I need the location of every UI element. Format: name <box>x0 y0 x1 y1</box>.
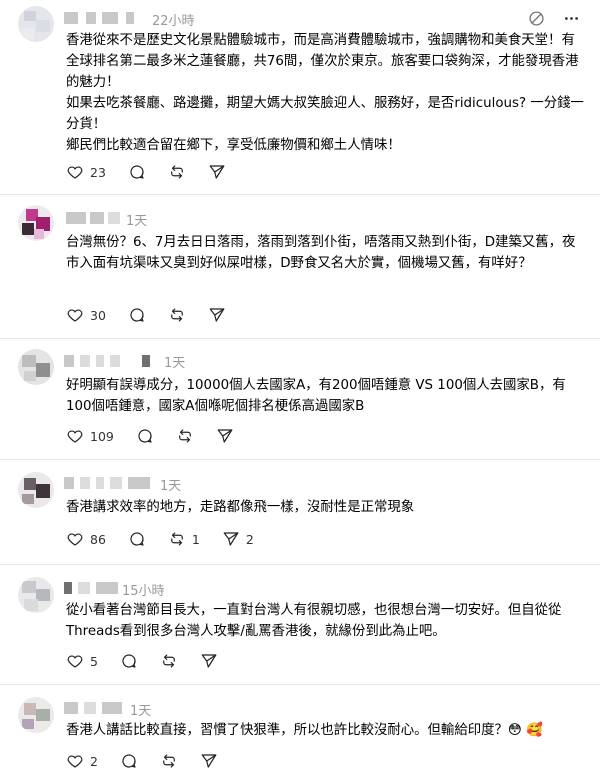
heart-icon <box>67 309 83 322</box>
comment-button[interactable] <box>120 752 138 770</box>
comment-icon <box>130 532 144 546</box>
post-body: 好明顯有誤導成分，10000個人去國家A，有200個唔鍾意 VS 100個人去國… <box>66 378 566 414</box>
post-body: 台灣無份？6、7月去日日落雨，落雨到落到仆街，唔落雨又熱到仆街，D建築又舊，夜市… <box>66 235 576 271</box>
share-button[interactable] <box>200 752 218 770</box>
like-button[interactable]: 2 <box>66 752 98 770</box>
post: 22小時 香港從來不是歷史文化景點體驗城市，而是高消費體驗城市，強調購物和美食天… <box>0 0 600 195</box>
heart-icon <box>67 166 83 179</box>
share-icon <box>217 429 233 443</box>
heart-icon <box>67 655 83 668</box>
repost-button[interactable] <box>160 752 178 770</box>
share-icon <box>201 754 217 768</box>
share-count: 2 <box>245 531 254 547</box>
comment-button[interactable] <box>128 530 146 548</box>
heart-icon <box>67 430 83 443</box>
heart-icon <box>67 533 83 546</box>
username[interactable] <box>64 475 156 491</box>
more-icon[interactable] <box>563 10 580 27</box>
like-button[interactable]: 109 <box>66 427 114 445</box>
comment-icon <box>122 754 136 768</box>
comment-button[interactable] <box>128 306 146 324</box>
comment-button[interactable] <box>120 652 138 670</box>
username[interactable] <box>64 210 124 226</box>
post-time: 1天 <box>126 214 148 229</box>
avatar[interactable] <box>18 697 54 733</box>
post: 1天 香港講求效率的地方，走路都像飛一樣，沒耐性是正常現象 86 1 2 <box>0 460 600 565</box>
username[interactable] <box>64 700 130 716</box>
like-button[interactable]: 30 <box>66 306 106 324</box>
post-time: 1天 <box>130 704 152 719</box>
share-icon <box>209 165 225 179</box>
like-count: 86 <box>90 531 106 547</box>
post: 1天 香港人講話比較直接，習慣了快狠準，所以也許比較沒耐心。但輸給印度？😳 🥰 … <box>0 685 600 773</box>
share-button[interactable] <box>208 163 226 181</box>
comment-button[interactable] <box>136 427 154 445</box>
comment-icon <box>122 654 136 668</box>
like-count: 2 <box>90 753 98 769</box>
post-body: 從小看著台灣節目長大，一直對台灣人有很親切感，也很想台灣一切安好。但自從從Thr… <box>66 603 562 639</box>
avatar[interactable] <box>18 472 54 508</box>
repost-button[interactable] <box>176 427 194 445</box>
repost-icon <box>171 532 183 546</box>
post-time: 15小時 <box>122 584 165 599</box>
share-icon <box>209 308 225 322</box>
threads-feed: 22小時 香港從來不是歷史文化景點體驗城市，而是高消費體驗城市，強調購物和美食天… <box>0 0 600 773</box>
repost-button[interactable] <box>160 652 178 670</box>
share-button[interactable] <box>216 427 234 445</box>
post-body: 香港從來不是歷史文化景點體驗城市，而是高消費體驗城市，強調購物和美食天堂！有全球… <box>66 33 584 153</box>
repost-count: 1 <box>191 531 200 547</box>
post-body: 香港講求效率的地方，走路都像飛一樣，沒耐性是正常現象 <box>66 500 415 515</box>
like-count: 109 <box>90 428 114 444</box>
username[interactable] <box>64 10 144 26</box>
like-button[interactable]: 23 <box>66 163 106 181</box>
username[interactable] <box>64 580 124 596</box>
avatar[interactable] <box>18 349 54 385</box>
heart-icon <box>67 755 83 768</box>
like-count: 5 <box>90 653 98 669</box>
repost-icon <box>163 754 175 768</box>
avatar[interactable] <box>18 205 54 241</box>
post: 1天 好明顯有誤導成分，10000個人去國家A，有200個唔鍾意 VS 100個… <box>0 339 600 460</box>
like-count: 30 <box>90 307 106 323</box>
repost-button[interactable] <box>168 163 186 181</box>
share-button[interactable] <box>208 306 226 324</box>
repost-icon <box>179 429 191 443</box>
avatar[interactable] <box>18 577 54 613</box>
slash-circle-icon[interactable] <box>528 10 545 27</box>
like-count: 23 <box>90 164 106 180</box>
share-button[interactable]: 2 <box>222 530 254 548</box>
post-time: 1天 <box>164 356 186 371</box>
post: 1天 台灣無份？6、7月去日日落雨，落雨到落到仆街，唔落雨又熱到仆街，D建築又舊… <box>0 195 600 339</box>
post-time: 22小時 <box>152 14 195 29</box>
comment-icon <box>138 429 152 443</box>
comment-icon <box>130 165 144 179</box>
share-icon <box>223 532 239 546</box>
like-button[interactable]: 5 <box>66 652 98 670</box>
repost-button[interactable] <box>168 306 186 324</box>
share-button[interactable] <box>200 652 218 670</box>
share-icon <box>201 654 217 668</box>
repost-icon <box>163 654 175 668</box>
avatar[interactable] <box>18 6 54 42</box>
post: 15小時 從小看著台灣節目長大，一直對台灣人有很親切感，也很想台灣一切安好。但自… <box>0 565 600 685</box>
post-body: 香港人講話比較直接，習慣了快狠準，所以也許比較沒耐心。但輸給印度？😳 🥰 <box>66 723 543 738</box>
repost-icon <box>171 308 183 322</box>
post-time: 1天 <box>160 479 182 494</box>
repost-button[interactable]: 1 <box>168 530 200 548</box>
comment-button[interactable] <box>128 163 146 181</box>
username[interactable] <box>64 353 160 369</box>
like-button[interactable]: 86 <box>66 530 106 548</box>
repost-icon <box>171 165 183 179</box>
comment-icon <box>130 308 144 322</box>
